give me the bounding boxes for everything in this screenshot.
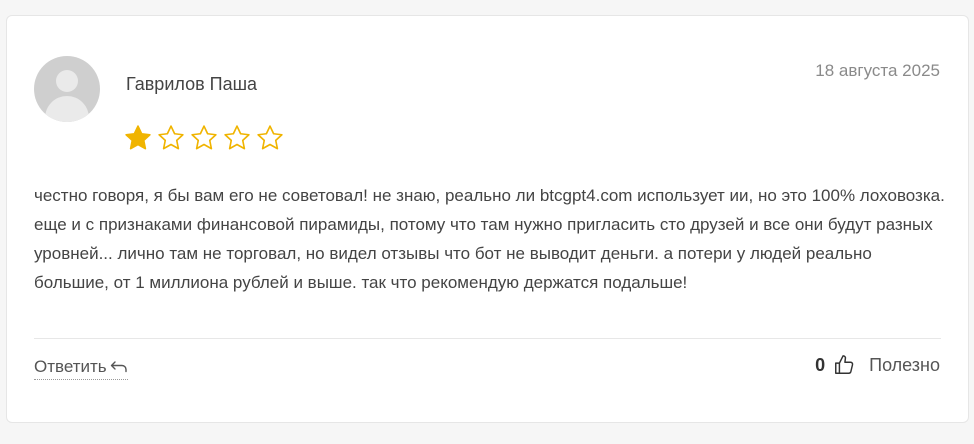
star-outline-icon (255, 123, 285, 153)
reply-label: Ответить (34, 357, 107, 376)
review-author: Гаврилов Паша (126, 74, 258, 94)
helpful-count: 0 (815, 354, 826, 375)
review-card: Гаврилов Паша 18 августа 2025 честно гов… (6, 15, 969, 423)
rating-stars (123, 123, 285, 153)
reply-arrow-icon (110, 360, 128, 374)
helpful-button[interactable]: Полезно (869, 355, 940, 376)
user-placeholder-icon (56, 70, 78, 92)
star-outline-icon (189, 123, 219, 153)
review-text: честно говоря, я бы вам его не советовал… (34, 186, 945, 292)
star-outline-icon (222, 123, 252, 153)
review-date: 18 августа 2025 (815, 61, 940, 80)
avatar (34, 56, 100, 122)
star-filled-icon (123, 123, 153, 153)
star-outline-icon (156, 123, 186, 153)
reply-button[interactable]: Ответить (34, 357, 128, 380)
helpful-section: 0 Полезно (815, 354, 940, 376)
divider (34, 338, 941, 339)
thumbs-up-icon[interactable] (833, 354, 855, 376)
